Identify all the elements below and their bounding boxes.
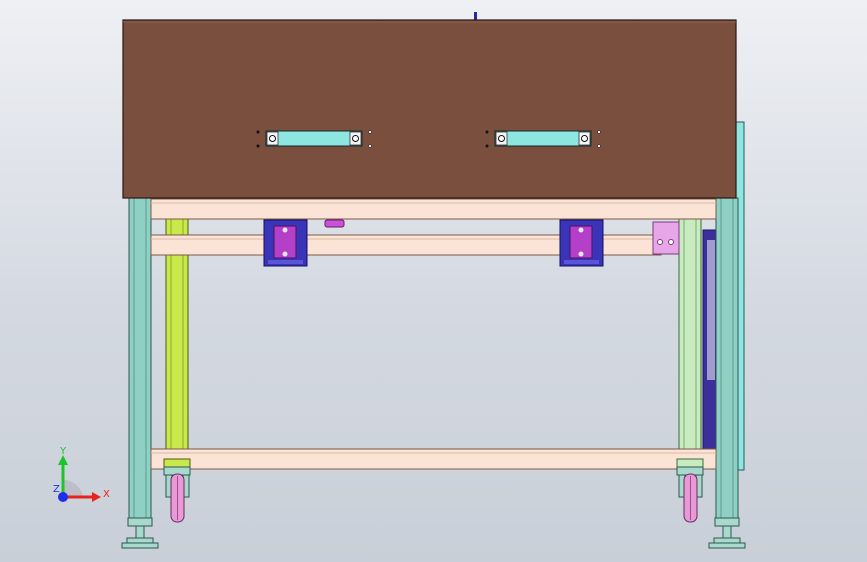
tabletop[interactable]: [122, 19, 737, 199]
right-leveling-foot[interactable]: [708, 517, 746, 549]
left-lift-bracket[interactable]: [263, 219, 308, 267]
left-handle[interactable]: [256, 130, 372, 148]
right-handle[interactable]: [485, 130, 601, 148]
right-front-leg[interactable]: [678, 197, 702, 461]
right-rear-leg[interactable]: [715, 197, 739, 521]
y-axis-label: Y: [59, 446, 67, 457]
lower-rail[interactable]: [150, 448, 717, 470]
z-axis-label: Z: [53, 484, 60, 495]
left-caster-wheel[interactable]: [163, 458, 191, 523]
left-leveling-foot[interactable]: [121, 517, 159, 549]
right-lift-bracket[interactable]: [559, 219, 604, 267]
top-marker: [474, 12, 477, 20]
left-rear-leg[interactable]: [128, 197, 152, 521]
x-axis-label: X: [103, 489, 110, 500]
right-caster-wheel[interactable]: [676, 458, 704, 523]
coordinate-triad: Y X Z: [53, 446, 110, 502]
right-mount-block[interactable]: [652, 221, 680, 255]
cable-clip: [324, 219, 345, 228]
assembly-drawing: Y X Z: [53, 12, 746, 549]
upper-rail[interactable]: [150, 198, 717, 220]
cad-viewport[interactable]: Y X Z: [0, 0, 867, 562]
